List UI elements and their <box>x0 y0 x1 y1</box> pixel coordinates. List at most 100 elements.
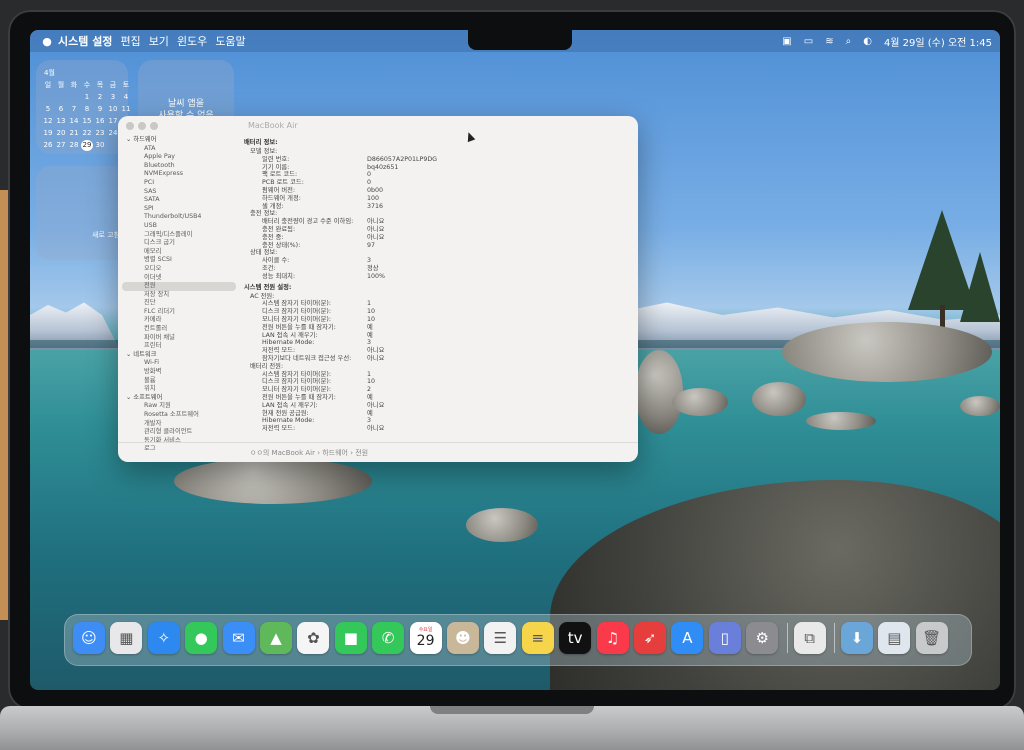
dock-separator <box>786 623 788 653</box>
menu-edit[interactable]: 편집 <box>120 33 140 49</box>
appletv-icon[interactable]: tv <box>559 622 592 654</box>
preview-icon[interactable]: ⧉ <box>793 622 826 654</box>
sidebar-item[interactable]: 관리형 클라이언트 <box>118 428 240 437</box>
sidebar-item[interactable]: 메모리 <box>118 248 240 257</box>
info-key: 디스크 잠자기 타이머(분): <box>262 308 331 316</box>
photos-icon[interactable]: ✿ <box>297 622 330 654</box>
sidebar-item[interactable]: Thunderbolt/USB4 <box>118 213 240 222</box>
info-row: Hibernate Mode: 3 <box>244 417 634 425</box>
menu-clock[interactable]: 4월 29일 (수) 오전 1:45 <box>884 34 992 49</box>
calendar-weekday: 월 <box>57 81 65 89</box>
sidebar-item[interactable]: SPI <box>118 205 240 214</box>
info-row: 디스크 잠자기 타이머(분): 10 <box>244 378 634 386</box>
mail-icon[interactable]: ✉ <box>222 622 255 654</box>
sidebar-section[interactable]: ⌄ 소프트웨어 <box>118 394 240 403</box>
calendar-day: 28 <box>69 141 79 149</box>
sidebar-item[interactable]: 그래픽/디스플레이 <box>118 231 240 240</box>
sidebar-item[interactable]: NVMExpress <box>118 170 240 179</box>
info-value: 10 <box>367 315 376 323</box>
appstore-icon[interactable]: A <box>671 622 704 654</box>
info-key: 충전 완료됨: <box>262 225 296 233</box>
finder-icon[interactable]: ☺ <box>73 622 105 654</box>
facetime-icon[interactable]: ■ <box>334 622 367 654</box>
calendar-icon[interactable]: 수요일 29 <box>409 622 442 654</box>
sidebar-section[interactable]: ⌄ 네트워크 <box>118 351 240 360</box>
sidebar-item[interactable]: ATA <box>118 145 240 154</box>
menu-view[interactable]: 보기 <box>149 33 169 49</box>
sidebar-item[interactable]: PCI <box>118 179 240 188</box>
sidebar-item[interactable]: 진단 <box>118 299 240 308</box>
info-row: 펌웨어 버전: 0b00 <box>244 187 634 195</box>
documents-stack-icon[interactable]: ▤ <box>878 622 911 654</box>
notes-icon[interactable]: ≡ <box>521 622 554 654</box>
phone-icon[interactable]: ✆ <box>372 622 405 654</box>
sidebar-item[interactable]: Wi-Fi <box>118 359 240 368</box>
control-strip-icon[interactable]: ▣ <box>782 36 791 47</box>
sidebar-item[interactable]: 위치 <box>118 385 240 394</box>
sidebar-item[interactable]: 개발자 <box>118 420 240 429</box>
sidebar-item[interactable]: FLC 리더기 <box>118 308 240 317</box>
calendar-day: 20 <box>56 129 66 137</box>
sidebar-item[interactable]: 방화벽 <box>118 368 240 377</box>
sidebar-section[interactable]: ⌄ 하드웨어 <box>118 136 240 145</box>
messages-icon[interactable]: ● <box>185 622 218 654</box>
apple-menu-icon[interactable]: ● <box>36 35 58 48</box>
trash-icon[interactable]: 🗑 <box>915 622 948 654</box>
safari-icon[interactable]: ✧ <box>147 622 180 654</box>
calendar-day <box>42 92 54 103</box>
sidebar-item[interactable]: 전원 <box>122 282 236 291</box>
battery-icon[interactable]: ▭ <box>804 36 813 47</box>
sidebar-item[interactable]: 볼륨 <box>118 377 240 386</box>
sidebar-item[interactable]: 이더넷 <box>118 274 240 283</box>
iphone-mirroring-icon[interactable]: ▯ <box>708 622 741 654</box>
sidebar-item[interactable]: Raw 지원 <box>118 402 240 411</box>
sidebar-item[interactable]: Bluetooth <box>118 162 240 171</box>
sidebar: ⌄ 하드웨어 ATA Apple Pay Bluetooth NVMExpress PCI… <box>118 136 240 452</box>
sidebar-item[interactable]: 디스크 굽기 <box>118 239 240 248</box>
downloads-folder-icon[interactable]: ⬇ <box>841 622 873 654</box>
wifi-icon[interactable]: ≋ <box>825 36 833 47</box>
minimize-button[interactable] <box>138 122 146 130</box>
menu-help[interactable]: 도움말 <box>215 33 245 49</box>
calendar-widget[interactable]: 4월 일월화수목금토123456789101112131415161718192… <box>36 60 130 154</box>
rocket-icon[interactable]: ➶ <box>634 622 666 654</box>
menu-window[interactable]: 윈도우 <box>177 33 207 49</box>
music-icon[interactable]: ♫ <box>596 622 629 654</box>
control-center-icon[interactable]: ◐ <box>863 36 872 47</box>
search-icon[interactable]: ⌕ <box>846 36 852 47</box>
info-key: PCB 로트 코드: <box>262 179 304 187</box>
system-settings-icon[interactable]: ⚙ <box>746 622 779 654</box>
info-key: 저전력 모드: <box>262 347 296 355</box>
sidebar-item[interactable]: 카메라 <box>118 316 240 325</box>
sidebar-item[interactable]: 병렬 SCSI <box>118 256 240 265</box>
sidebar-item[interactable]: 저장 장치 <box>118 291 240 300</box>
sidebar-item[interactable]: 프린터 <box>118 342 240 351</box>
info-value: 예 <box>367 331 373 339</box>
wallpaper-rock <box>635 350 683 434</box>
maps-icon[interactable]: ▲ <box>260 622 292 654</box>
sidebar-item[interactable]: SATA <box>118 196 240 205</box>
launchpad-icon[interactable]: ▦ <box>110 622 143 654</box>
calendar-day: 22 <box>82 129 92 137</box>
info-row: 충전 정보: <box>244 210 634 218</box>
sidebar-item[interactable]: SAS <box>118 188 240 197</box>
info-key: 사이클 수: <box>262 257 290 265</box>
sidebar-item[interactable]: 컨트롤러 <box>118 325 240 334</box>
info-key: 상태 정보: <box>250 249 278 257</box>
menu-app-name[interactable]: 시스템 설정 <box>58 33 112 49</box>
sidebar-item[interactable]: 오디오 <box>118 265 240 274</box>
info-value: 3 <box>367 339 372 347</box>
info-key: 조건: <box>262 264 276 272</box>
contacts-icon[interactable]: ☻ <box>447 622 479 654</box>
info-key: 시스템 잠자기 타이머(분): <box>262 300 331 308</box>
calendar-weekday: 일 <box>44 81 52 89</box>
sidebar-item[interactable]: Apple Pay <box>118 153 240 162</box>
window-titlebar[interactable]: MacBook Air <box>118 116 638 136</box>
info-value: 2 <box>367 386 372 394</box>
close-button[interactable] <box>126 122 134 130</box>
zoom-button[interactable] <box>150 122 158 130</box>
sidebar-item[interactable]: USB <box>118 222 240 231</box>
reminders-icon[interactable]: ☰ <box>484 622 517 654</box>
sidebar-item[interactable]: Rosetta 소프트웨어 <box>118 411 240 420</box>
sidebar-item[interactable]: 파이버 채널 <box>118 334 240 343</box>
